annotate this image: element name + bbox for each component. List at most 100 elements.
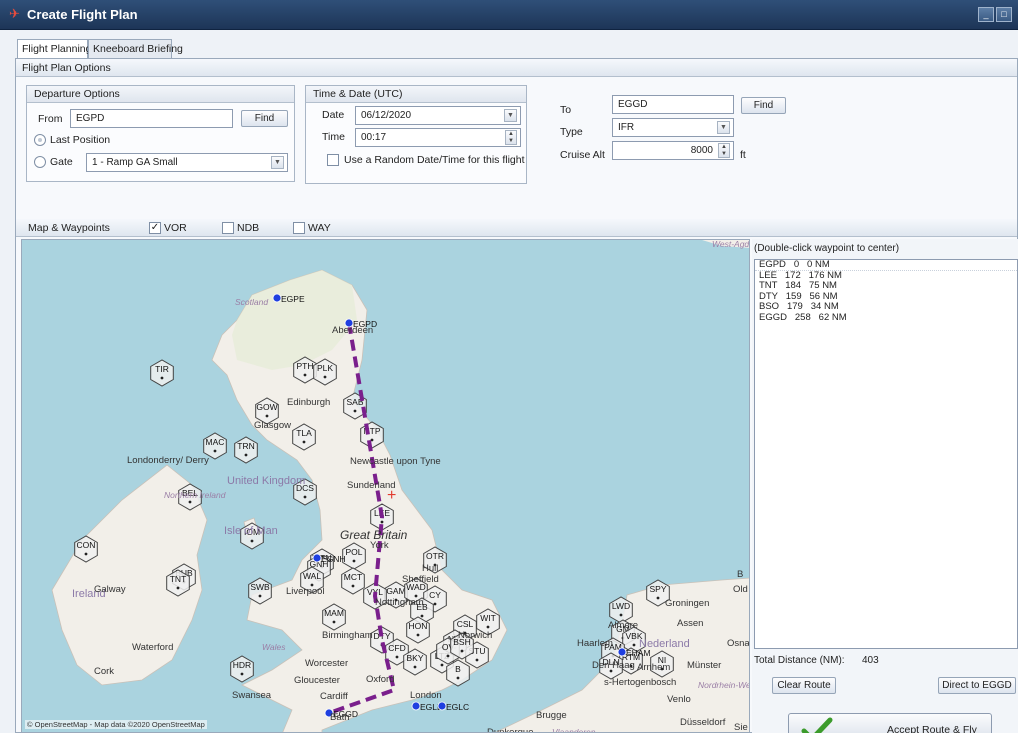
date-label: Date — [322, 109, 345, 121]
gate-radio[interactable] — [34, 156, 46, 168]
cruise-alt-label: Cruise Alt — [560, 149, 605, 161]
place-label: Glasgow — [254, 420, 291, 431]
svg-text:HDR: HDR — [233, 660, 251, 670]
svg-text:HON: HON — [409, 621, 428, 631]
map-center-crosshair-icon: + — [387, 487, 396, 504]
ndb-checkbox[interactable] — [222, 222, 234, 234]
vor-marker-hdr[interactable]: HDR — [230, 655, 254, 683]
place-label: Vlaanderen — [552, 727, 596, 733]
airport-egll[interactable]: EGLL — [411, 701, 442, 712]
way-label: WAY — [308, 222, 331, 234]
place-label: Isle of Man — [224, 525, 278, 537]
clear-route-button[interactable]: Clear Route — [772, 677, 836, 694]
route-map[interactable]: TIR PTH PLK SAB GOW MAC TRN TLA NTP BEL DCS LEE IOM P… — [21, 239, 750, 733]
place-label: Londonderry/ Derry — [127, 455, 209, 466]
accept-route-button[interactable]: Accept Route & Fly — [788, 713, 992, 733]
chevron-down-icon: ▼ — [271, 156, 284, 169]
flight-type-select[interactable]: IFR ▼ — [612, 118, 734, 137]
date-value: 06/12/2020 — [361, 110, 412, 121]
waypoint-row[interactable]: EGGD 258 62 NM — [755, 312, 1017, 324]
time-input[interactable]: 00:17 ▲ ▼ — [355, 128, 521, 147]
place-label: Old — [733, 584, 748, 595]
svg-text:EGPE: EGPE — [281, 294, 305, 304]
flight-planning-panel: Flight Plan Options Departure Options Fr… — [15, 58, 1018, 733]
title-bar: ✈ Create Flight Plan _ □ — [0, 0, 1018, 30]
svg-text:EGLC: EGLC — [446, 702, 469, 712]
place-label: Gloucester — [294, 675, 340, 686]
gate-select-value: 1 - Ramp GA Small — [92, 157, 178, 168]
svg-text:POL: POL — [345, 547, 362, 557]
place-label: Aberdeen — [332, 325, 373, 336]
place-label: Liverpool — [286, 586, 325, 597]
svg-text:MAM: MAM — [324, 608, 344, 618]
place-label: Swansea — [232, 690, 272, 701]
waypoint-row[interactable]: BSO 179 34 NM — [755, 301, 1017, 313]
tab-kneeboard-briefing[interactable]: Kneeboard Briefing — [88, 39, 183, 59]
svg-text:SWB: SWB — [250, 582, 270, 592]
random-datetime-checkbox[interactable] — [327, 154, 339, 166]
place-label: Düsseldorf — [680, 717, 726, 728]
waypoint-list[interactable]: EGPD 0 0 NM LEE 172 176 NM TNT 184 75 NM… — [754, 259, 1018, 649]
svg-text:B: B — [455, 664, 461, 674]
svg-text:TRN: TRN — [237, 441, 254, 451]
place-label: Wales — [262, 642, 286, 652]
maximize-button[interactable]: □ — [996, 7, 1012, 22]
from-input[interactable]: EGPD — [70, 109, 233, 128]
svg-text:WIT: WIT — [480, 613, 496, 623]
waypoint-row[interactable]: TNT 184 75 NM — [755, 280, 1017, 292]
gate-select[interactable]: 1 - Ramp GA Small ▼ — [86, 153, 288, 172]
place-label: Dunkerque — [487, 727, 533, 733]
total-distance-label: Total Distance (NM): — [754, 655, 845, 666]
place-label: Nordrhein-Westfalen — [698, 680, 750, 690]
map-waypoints-label: Map & Waypoints — [28, 222, 110, 234]
waypoint-panel: (Double-click waypoint to center) EGPD 0… — [752, 239, 1018, 733]
tab-flight-planning[interactable]: Flight Planning — [17, 39, 91, 60]
way-checkbox[interactable] — [293, 222, 305, 234]
waypoint-row[interactable]: EGPD 0 0 NM — [755, 259, 1017, 271]
cruise-alt-unit: ft — [740, 149, 746, 161]
to-input[interactable]: EGGD — [612, 95, 734, 114]
from-label: From — [38, 113, 63, 125]
departure-find-button[interactable]: Find — [241, 110, 288, 127]
time-spinner-icon[interactable]: ▲ ▼ — [505, 130, 517, 145]
vor-marker-trn[interactable]: TRN — [234, 436, 258, 464]
svg-text:GAM: GAM — [386, 586, 405, 596]
ndb-label: NDB — [237, 222, 260, 234]
vor-checkbox[interactable]: ✓ — [149, 222, 161, 234]
place-label: Nottingham — [375, 597, 424, 608]
place-label: Norwich — [458, 630, 492, 641]
direct-to-button[interactable]: Direct to EGGD — [938, 677, 1016, 694]
place-label: Sie — [734, 722, 748, 733]
svg-text:CY: CY — [429, 590, 441, 600]
minimize-button[interactable]: _ — [978, 7, 994, 22]
waypoint-hint: (Double-click waypoint to center) — [754, 243, 900, 254]
svg-text:GOW: GOW — [256, 402, 277, 412]
map-attribution: © OpenStreetMap - Map data ©2020 OpenStr… — [25, 720, 207, 729]
place-label: Den Haag — [592, 660, 635, 671]
svg-text:WAL: WAL — [303, 571, 321, 581]
place-label: West-Agder — [712, 240, 750, 249]
cruise-alt-spinner-icon[interactable]: ▲ ▼ — [718, 143, 730, 158]
svg-text:TLA: TLA — [296, 428, 312, 438]
destination-find-button[interactable]: Find — [741, 97, 786, 114]
place-label: Nederland — [639, 638, 690, 650]
place-label: Northern Ireland — [164, 490, 226, 500]
last-position-radio[interactable] — [34, 134, 46, 146]
random-datetime-label: Use a Random Date/Time for this flight — [344, 154, 525, 166]
svg-text:PTH: PTH — [297, 361, 314, 371]
accept-route-label: Accept Route & Fly — [887, 724, 977, 733]
place-label: Almere — [608, 620, 638, 631]
svg-text:MCT: MCT — [344, 572, 362, 582]
svg-text:CON: CON — [77, 540, 96, 550]
map-canvas[interactable]: TIR PTH PLKSABGOWMAC TRNTLA NTPBEL DCSLEEIOMP… — [22, 240, 750, 733]
cruise-alt-value: 8000 — [690, 145, 713, 156]
svg-text:LWD: LWD — [612, 601, 630, 611]
airport-eglc[interactable]: EGLC — [437, 701, 469, 712]
place-label: Arnhem — [637, 662, 670, 673]
place-label: Oxford — [366, 674, 395, 685]
cruise-alt-input[interactable]: 8000 ▲ ▼ — [612, 141, 734, 160]
date-picker[interactable]: 06/12/2020 ▼ — [355, 106, 521, 125]
gate-label: Gate — [50, 156, 73, 168]
vor-marker-tir[interactable]: TIR — [150, 359, 174, 387]
place-label: York — [370, 540, 389, 551]
